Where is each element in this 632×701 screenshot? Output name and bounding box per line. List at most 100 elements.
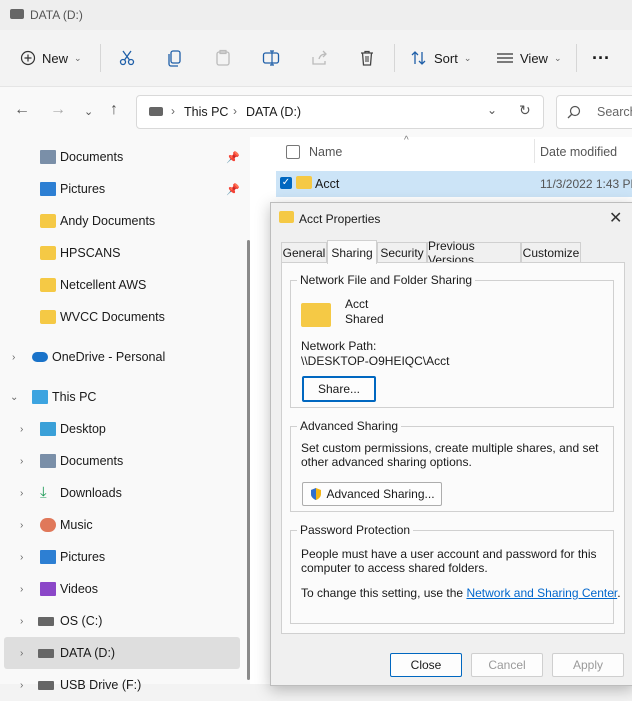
column-name[interactable]: Name — [309, 145, 342, 159]
chevron-right-icon[interactable]: › — [20, 680, 23, 691]
nav-item-label: Andy Documents — [60, 214, 156, 228]
folder-icon — [296, 176, 312, 189]
forward-arrow-icon[interactable]: → — [50, 101, 66, 119]
apply-button[interactable]: Apply — [552, 653, 624, 677]
more-options-button[interactable]: ··· — [592, 30, 610, 86]
nav-item-andy-documents[interactable]: Andy Documents — [0, 205, 244, 237]
pin-icon[interactable]: 📌 — [226, 183, 240, 196]
dialog-title: Acct Properties — [299, 212, 381, 226]
close-button[interactable]: Close — [390, 653, 462, 677]
refresh-icon[interactable]: ↻ — [519, 102, 531, 119]
pictures-icon — [40, 182, 56, 196]
search-box[interactable]: Search — [556, 95, 632, 129]
shared-folder-name: Acct — [345, 297, 369, 311]
password-protection-group: Password Protection People must have a u… — [290, 523, 621, 624]
share-button[interactable]: Share... — [302, 376, 376, 402]
sort-button[interactable]: Sort ⌄ — [410, 30, 471, 86]
nav-item-label: OneDrive - Personal — [52, 350, 166, 364]
nav-item-this-pc[interactable]: ⌄ This PC — [0, 381, 244, 413]
chevron-down-icon: ⌄ — [74, 52, 82, 63]
breadcrumb-this-pc[interactable]: This PC — [184, 105, 228, 119]
rename-button[interactable] — [262, 30, 280, 86]
chevron-right-icon[interactable]: › — [20, 520, 23, 531]
tab-sharing[interactable]: Sharing — [327, 240, 377, 264]
file-name: Acct — [315, 177, 340, 191]
nav-item-label: Music — [60, 518, 93, 532]
sort-icon — [411, 51, 426, 65]
chevron-down-icon[interactable]: ⌄ — [10, 392, 18, 403]
folder-icon — [40, 310, 56, 324]
nav-item-label: Downloads — [60, 486, 122, 500]
up-arrow-icon[interactable]: ↑ — [110, 101, 118, 119]
trash-icon — [361, 50, 373, 66]
chevron-right-icon[interactable]: › — [20, 424, 23, 435]
chevron-right-icon[interactable]: › — [20, 488, 23, 499]
chevron-right-icon[interactable]: › — [20, 456, 23, 467]
videos-icon — [40, 582, 56, 596]
chevron-down-icon: ⌄ — [553, 52, 562, 63]
nav-item-pictures-quick[interactable]: Pictures 📌 — [0, 173, 244, 205]
nav-item-music[interactable]: › Music — [0, 509, 244, 541]
network-sharing-center-link[interactable]: Network and Sharing Center — [466, 586, 617, 600]
tab-general[interactable]: General — [281, 242, 327, 263]
copy-button[interactable] — [166, 30, 184, 86]
select-all-checkbox[interactable] — [286, 145, 300, 159]
tab-security[interactable]: Security — [377, 242, 427, 263]
table-row[interactable]: ✓ Acct 11/3/2022 1:43 PM — [276, 171, 632, 197]
nav-item-usb-f[interactable]: › USB Drive (F:) — [0, 669, 244, 701]
nav-item-hpscans[interactable]: HPSCANS — [0, 237, 244, 269]
tab-previous-versions[interactable]: Previous Versions — [427, 239, 521, 267]
view-icon — [497, 53, 513, 63]
search-icon — [567, 105, 581, 119]
address-dropdown-icon[interactable]: ⌄ — [487, 103, 497, 117]
tab-customize[interactable]: Customize — [521, 242, 581, 263]
nav-item-os-c[interactable]: › OS (C:) — [0, 605, 244, 637]
cancel-button[interactable]: Cancel — [471, 653, 543, 677]
nav-item-documents-quick[interactable]: Documents 📌 — [0, 141, 244, 173]
plus-circle-icon — [20, 50, 36, 66]
rename-icon — [262, 50, 280, 66]
nav-item-data-d[interactable]: › DATA (D:) — [4, 637, 240, 669]
chevron-right-icon[interactable]: › — [20, 648, 23, 659]
window-title: DATA (D:) — [30, 8, 83, 22]
nav-item-videos[interactable]: › Videos — [0, 573, 244, 605]
row-checkbox[interactable]: ✓ — [280, 177, 292, 189]
nav-item-wvcc-documents[interactable]: WVCC Documents — [0, 301, 244, 333]
shield-icon — [311, 488, 322, 500]
command-bar: New ⌄ Sort ⌄ View ⌄ ··· — [0, 30, 632, 86]
usb-icon — [38, 681, 54, 690]
nav-item-onedrive[interactable]: › OneDrive - Personal — [0, 341, 244, 373]
folder-icon — [40, 214, 56, 228]
view-button[interactable]: View ⌄ — [496, 30, 562, 86]
recent-chevron-icon[interactable]: ⌄ — [84, 105, 93, 118]
new-button[interactable]: New ⌄ — [20, 30, 82, 86]
new-label: New — [42, 50, 69, 66]
breadcrumb-data-d[interactable]: DATA (D:) — [246, 105, 301, 119]
chevron-right-icon[interactable]: › — [12, 352, 15, 363]
address-bar[interactable]: › This PC › DATA (D:) ⌄ ↻ — [136, 95, 544, 129]
nav-item-netcellent-aws[interactable]: Netcellent AWS — [0, 269, 244, 301]
file-date: 11/3/2022 1:43 PM — [540, 177, 632, 191]
nav-item-desktop[interactable]: › Desktop — [0, 413, 244, 445]
nav-item-downloads[interactable]: › ⤓ Downloads — [0, 477, 244, 509]
drive-icon — [38, 649, 54, 658]
nav-item-pictures[interactable]: › Pictures — [0, 541, 244, 573]
nav-item-label: Documents — [60, 454, 124, 468]
paste-button[interactable] — [214, 30, 232, 86]
delete-button[interactable] — [358, 30, 376, 86]
back-arrow-icon[interactable]: ← — [14, 101, 30, 119]
folder-large-icon — [301, 303, 331, 327]
close-icon[interactable]: ✕ — [609, 208, 622, 228]
cut-button[interactable] — [118, 30, 136, 86]
pin-icon[interactable]: 📌 — [226, 151, 240, 164]
chevron-right-icon[interactable]: › — [20, 552, 23, 563]
chevron-right-icon[interactable]: › — [20, 616, 23, 627]
advanced-sharing-button[interactable]: Advanced Sharing... — [302, 482, 442, 506]
address-row: ← → ⌄ ↑ › This PC › DATA (D:) ⌄ ↻ Search — [0, 86, 632, 137]
share-button[interactable] — [310, 30, 328, 86]
folder-icon — [279, 211, 294, 223]
nav-item-documents[interactable]: › Documents — [0, 445, 244, 477]
column-date-modified[interactable]: Date modified — [540, 145, 617, 159]
nav-item-label: HPSCANS — [60, 246, 121, 260]
chevron-right-icon[interactable]: › — [20, 584, 23, 595]
